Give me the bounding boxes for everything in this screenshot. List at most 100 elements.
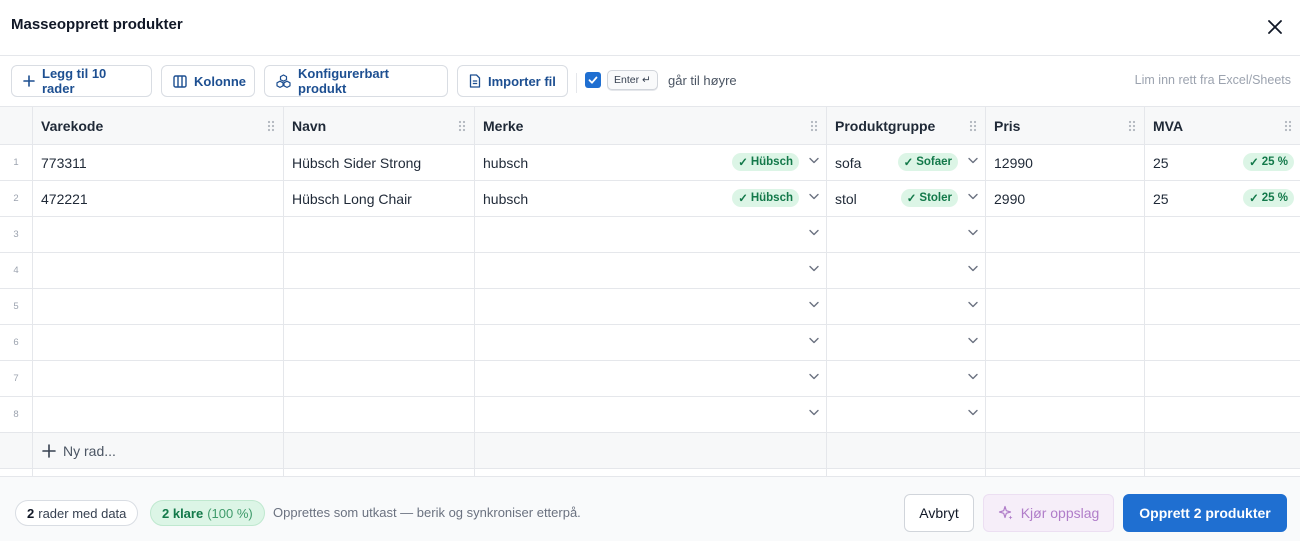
chevron-down-icon[interactable] bbox=[968, 193, 978, 200]
cell-navn[interactable] bbox=[284, 325, 475, 360]
chevron-down-icon[interactable] bbox=[968, 337, 978, 344]
enter-moves-right-checkbox[interactable] bbox=[585, 72, 601, 88]
chevron-down-icon[interactable] bbox=[968, 373, 978, 380]
column-button[interactable]: Kolonne bbox=[161, 65, 255, 97]
cell-varekode[interactable] bbox=[33, 253, 284, 288]
check-icon: ✓ bbox=[738, 157, 748, 169]
cell-navn[interactable] bbox=[284, 217, 475, 252]
chevron-down-icon[interactable] bbox=[809, 337, 819, 344]
drag-handle-icon[interactable] bbox=[1284, 120, 1292, 132]
cell-merke[interactable] bbox=[475, 289, 827, 324]
column-header-label: Produktgruppe bbox=[835, 117, 936, 134]
cell-merke[interactable] bbox=[475, 397, 827, 432]
cell-merke[interactable] bbox=[475, 253, 827, 288]
chevron-down-icon[interactable] bbox=[968, 157, 978, 164]
cell-pris[interactable] bbox=[986, 325, 1145, 360]
chevron-down-icon[interactable] bbox=[809, 193, 819, 200]
cell-pris[interactable] bbox=[986, 217, 1145, 252]
chevron-down-icon[interactable] bbox=[809, 229, 819, 236]
cell-pris[interactable] bbox=[986, 361, 1145, 396]
cell-merke[interactable] bbox=[475, 217, 827, 252]
cell-varekode[interactable] bbox=[33, 397, 284, 432]
cell-varekode[interactable]: 472221 bbox=[33, 181, 284, 216]
cell-navn[interactable] bbox=[284, 289, 475, 324]
cell-produktgruppe[interactable] bbox=[827, 397, 986, 432]
cell-navn[interactable]: Hübsch Long Chair bbox=[284, 181, 475, 216]
add-new-row-button[interactable]: Ny rad... bbox=[42, 433, 116, 469]
cell-pris[interactable] bbox=[986, 397, 1145, 432]
cell-produktgruppe[interactable]: sofa ✓ Sofaer bbox=[827, 145, 986, 180]
column-header-navn[interactable]: Navn bbox=[284, 107, 475, 144]
rows-with-data-pill: 2 rader med data bbox=[15, 500, 139, 526]
chevron-down-icon[interactable] bbox=[809, 409, 819, 416]
cell-navn[interactable]: Hübsch Sider Strong bbox=[284, 145, 475, 180]
close-button[interactable] bbox=[1262, 14, 1288, 40]
cell-merke[interactable] bbox=[475, 361, 827, 396]
column-header-varekode[interactable]: Varekode bbox=[33, 107, 284, 144]
cell-varekode[interactable] bbox=[33, 325, 284, 360]
cell-merke[interactable] bbox=[475, 325, 827, 360]
drag-handle-icon[interactable] bbox=[267, 120, 275, 132]
cell-mva[interactable]: 25 ✓ 25 % bbox=[1145, 145, 1300, 180]
cell-produktgruppe[interactable] bbox=[827, 217, 986, 252]
file-icon bbox=[469, 74, 481, 88]
chevron-down-icon[interactable] bbox=[809, 265, 819, 272]
check-icon: ✓ bbox=[1249, 193, 1259, 205]
chevron-down-icon[interactable] bbox=[968, 301, 978, 308]
product-grid: Varekode Navn Merke Produktgruppe Pris M… bbox=[0, 106, 1300, 476]
chevron-down-icon[interactable] bbox=[809, 301, 819, 308]
cell-pris[interactable] bbox=[986, 289, 1145, 324]
cell-produktgruppe[interactable] bbox=[827, 361, 986, 396]
cell-mva[interactable] bbox=[1145, 397, 1300, 432]
badge-label: 25 % bbox=[1261, 192, 1288, 204]
import-file-button[interactable]: Importer fil bbox=[457, 65, 568, 97]
cell-produktgruppe[interactable] bbox=[827, 325, 986, 360]
cell-varekode[interactable] bbox=[33, 361, 284, 396]
cell-mva[interactable]: 25 ✓ 25 % bbox=[1145, 181, 1300, 216]
cell-mva[interactable] bbox=[1145, 361, 1300, 396]
chevron-down-icon[interactable] bbox=[968, 229, 978, 236]
configurable-product-button[interactable]: Konfigurerbart produkt bbox=[264, 65, 448, 97]
cell-mva[interactable] bbox=[1145, 217, 1300, 252]
cell-mva[interactable] bbox=[1145, 253, 1300, 288]
drag-handle-icon[interactable] bbox=[969, 120, 977, 132]
cell-produktgruppe[interactable]: stol ✓ Stoler bbox=[827, 181, 986, 216]
cell-merke[interactable]: hubsch ✓ Hübsch bbox=[475, 145, 827, 180]
cell-varekode[interactable] bbox=[33, 289, 284, 324]
toolbar-divider bbox=[576, 73, 577, 93]
column-header-mva[interactable]: MVA bbox=[1145, 107, 1300, 144]
cell-value: 773311 bbox=[41, 154, 87, 171]
column-header-produktgruppe[interactable]: Produktgruppe bbox=[827, 107, 986, 144]
cell-mva[interactable] bbox=[1145, 289, 1300, 324]
chevron-down-icon[interactable] bbox=[968, 409, 978, 416]
chevron-down-icon[interactable] bbox=[809, 373, 819, 380]
cell-produktgruppe[interactable] bbox=[827, 253, 986, 288]
cell-pris[interactable]: 2990 bbox=[986, 181, 1145, 216]
cell-navn[interactable] bbox=[284, 253, 475, 288]
drag-handle-icon[interactable] bbox=[810, 120, 818, 132]
cell-navn[interactable] bbox=[284, 361, 475, 396]
drag-handle-icon[interactable] bbox=[1128, 120, 1136, 132]
cell-varekode[interactable] bbox=[33, 217, 284, 252]
cell-pris[interactable] bbox=[986, 253, 1145, 288]
row-number: 1 bbox=[0, 145, 33, 180]
chevron-down-icon[interactable] bbox=[809, 157, 819, 164]
table-row: 7 bbox=[0, 361, 1300, 397]
create-products-button[interactable]: Opprett 2 produkter bbox=[1123, 494, 1287, 532]
cell-mva[interactable] bbox=[1145, 325, 1300, 360]
cancel-button[interactable]: Avbryt bbox=[904, 494, 974, 532]
cell-navn[interactable] bbox=[284, 397, 475, 432]
cell-pris[interactable]: 12990 bbox=[986, 145, 1145, 180]
cell-produktgruppe[interactable] bbox=[827, 289, 986, 324]
column-header-pris[interactable]: Pris bbox=[986, 107, 1145, 144]
drag-handle-icon[interactable] bbox=[458, 120, 466, 132]
cell-varekode[interactable]: 773311 bbox=[33, 145, 284, 180]
check-icon: ✓ bbox=[1249, 157, 1259, 169]
configurable-product-label: Konfigurerbart produkt bbox=[298, 66, 389, 96]
add-10-rows-button[interactable]: Legg til 10 rader bbox=[11, 65, 152, 97]
chevron-down-icon[interactable] bbox=[968, 265, 978, 272]
column-header-merke[interactable]: Merke bbox=[475, 107, 827, 144]
new-row-cell bbox=[475, 433, 827, 468]
cell-merke[interactable]: hubsch ✓ Hübsch bbox=[475, 181, 827, 216]
run-lookup-button[interactable]: Kjør oppslag bbox=[983, 494, 1114, 532]
